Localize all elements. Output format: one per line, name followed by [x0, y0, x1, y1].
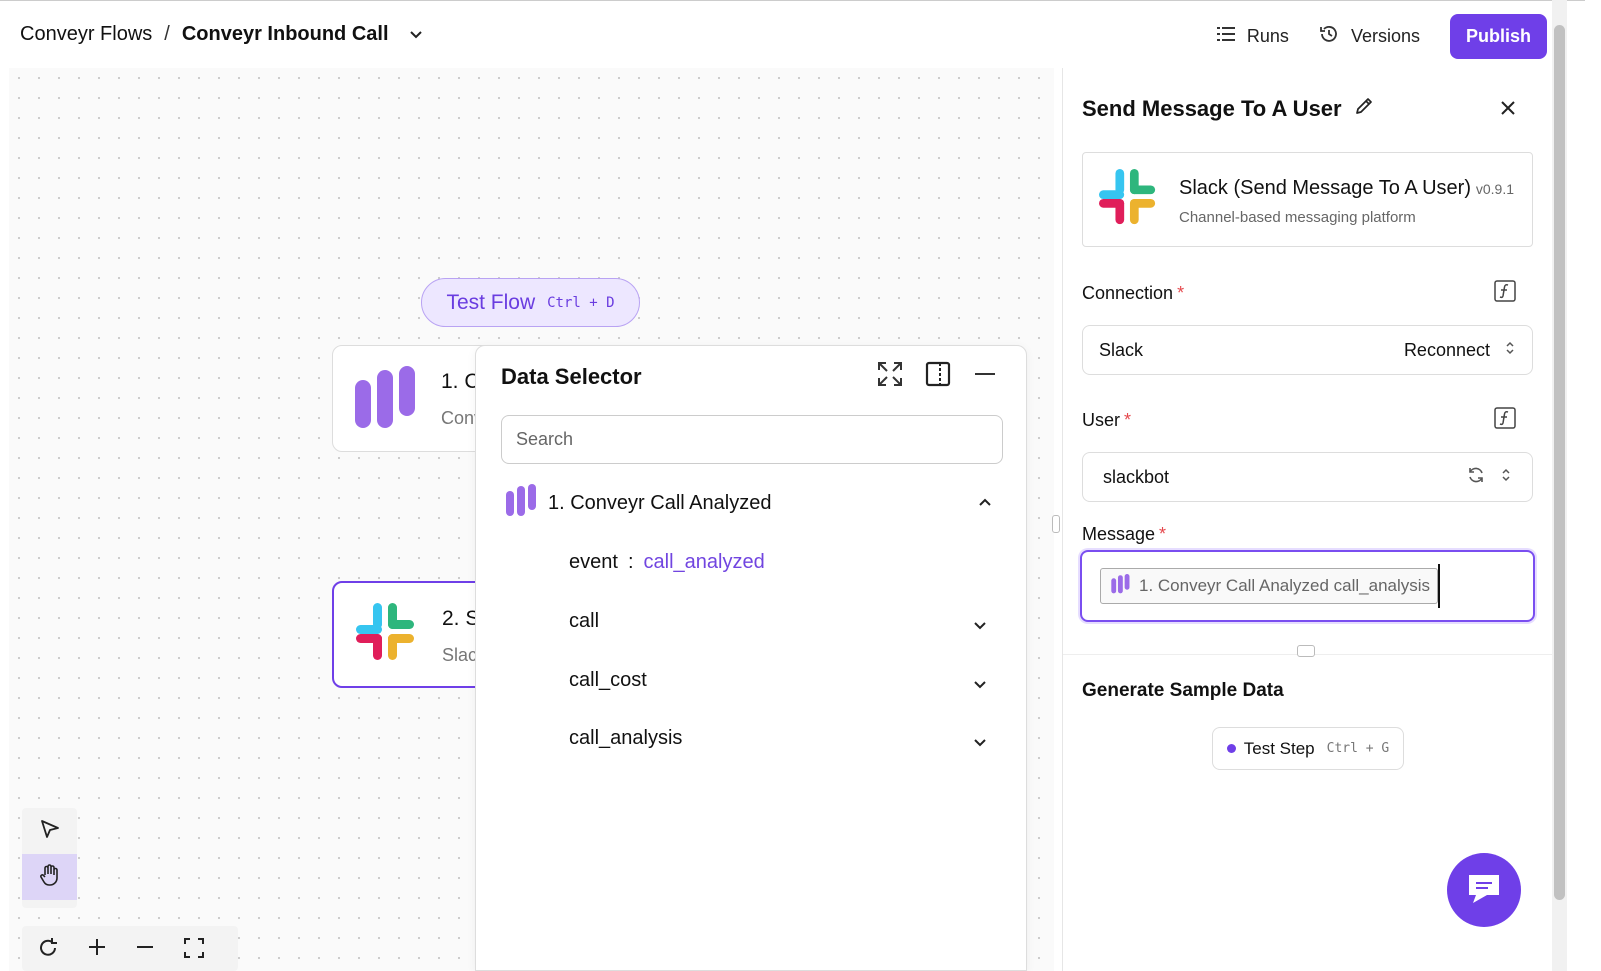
required-mark: *	[1177, 283, 1185, 303]
item-key: call_analysis	[569, 726, 683, 749]
canvas-tools	[22, 808, 77, 908]
test-flow-button[interactable]: Test Flow Ctrl + D	[421, 278, 640, 327]
conveyr-logo-icon	[1111, 573, 1131, 599]
data-selector-title: Data Selector	[501, 364, 642, 389]
data-selector-group[interactable]: 1. Conveyr Call Analyzed	[506, 484, 998, 522]
reset-icon[interactable]	[36, 936, 60, 961]
node-title: 1. C	[441, 370, 480, 393]
chevron-down-icon[interactable]	[973, 673, 987, 696]
message-input[interactable]: 1. Conveyr Call Analyzed call_analysis	[1080, 550, 1535, 622]
test-step-shortcut: Ctrl + G	[1326, 741, 1390, 756]
breadcrumb-root[interactable]: Conveyr Flows	[20, 23, 152, 46]
list-icon	[1216, 26, 1235, 47]
history-icon	[1319, 24, 1339, 49]
chevron-down-icon[interactable]	[973, 614, 987, 637]
group-name: 1. Conveyr Call Analyzed	[548, 491, 772, 514]
zoom-out-icon[interactable]	[134, 936, 156, 961]
connection-value: Slack	[1099, 339, 1144, 360]
refresh-icon[interactable]	[1466, 465, 1486, 490]
item-key: call	[569, 609, 600, 632]
pencil-icon[interactable]	[1354, 96, 1374, 122]
conveyr-logo-icon	[355, 366, 417, 435]
user-select[interactable]: slackbot	[1082, 452, 1533, 502]
required-mark: *	[1124, 410, 1132, 430]
zoom-controls	[22, 926, 238, 971]
panel-resize-handle[interactable]	[1052, 515, 1060, 533]
chevron-down-icon[interactable]	[409, 23, 423, 46]
user-value: slackbot	[1103, 466, 1170, 487]
fit-view-icon[interactable]	[182, 936, 206, 961]
versions-label: Versions	[1350, 26, 1420, 46]
slack-logo-icon	[1099, 169, 1159, 234]
piece-version: v0.9.1	[1475, 181, 1514, 197]
item-colon: :	[627, 550, 634, 573]
dock-panel-icon[interactable]	[924, 360, 952, 393]
test-step-button[interactable]: Test Step Ctrl + G	[1212, 727, 1404, 770]
reconnect-button[interactable]: Reconnect	[1404, 340, 1490, 361]
piece-card: Slack (Send Message To A User) v0.9.1 Ch…	[1082, 152, 1533, 247]
cursor-icon	[39, 818, 61, 845]
versions-button[interactable]: Versions	[1319, 24, 1420, 49]
chevron-updown-icon	[1500, 467, 1512, 488]
zoom-in-icon[interactable]	[86, 936, 108, 961]
node-title: 2. S	[442, 607, 480, 630]
pan-tool[interactable]	[22, 854, 77, 900]
chevron-down-icon[interactable]	[973, 731, 987, 754]
expand-icon[interactable]	[876, 360, 904, 393]
step-name: Send Message To A User	[1082, 96, 1342, 121]
connection-label: Connection *	[1082, 283, 1184, 304]
panel-resize-handle[interactable]	[1297, 645, 1315, 657]
message-label: Message *	[1082, 524, 1166, 545]
test-flow-label: Test Flow	[446, 290, 536, 314]
item-value: call_analyzed	[643, 550, 765, 573]
data-selector-panel: Data Selector 1. Conveyr Call Analyzed e…	[475, 345, 1027, 971]
function-toggle-icon[interactable]	[1494, 407, 1516, 434]
generate-sample-data-title: Generate Sample Data	[1082, 680, 1284, 701]
message-label-text: Message	[1082, 524, 1156, 544]
status-dot	[1226, 744, 1236, 753]
chat-icon	[1465, 871, 1503, 910]
piece-name: Slack (Send Message To A User)	[1179, 177, 1471, 199]
chevron-up-icon[interactable]	[978, 494, 992, 512]
chat-support-button[interactable]	[1447, 853, 1521, 927]
text-cursor	[1438, 564, 1440, 608]
scrollbar-thumb[interactable]	[1554, 25, 1565, 900]
pointer-tool[interactable]	[22, 808, 77, 854]
chip-label: 1. Conveyr Call Analyzed call_analysis	[1139, 576, 1431, 595]
top-bar: Conveyr Flows / Conveyr Inbound Call Run…	[0, 0, 1585, 70]
node-subtitle: Slac	[442, 645, 478, 665]
connection-select[interactable]: Slack Reconnect	[1082, 325, 1533, 375]
runs-button[interactable]: Runs	[1216, 26, 1289, 47]
function-toggle-icon[interactable]	[1494, 280, 1516, 307]
list-item[interactable]: call	[569, 601, 999, 641]
list-item[interactable]: call_analysis	[569, 718, 999, 758]
data-reference-chip[interactable]: 1. Conveyr Call Analyzed call_analysis	[1100, 568, 1438, 604]
breadcrumb-separator: /	[164, 23, 170, 45]
breadcrumb: Conveyr Flows / Conveyr Inbound Call	[20, 23, 423, 46]
connection-label-text: Connection	[1082, 283, 1174, 303]
chevron-updown-icon	[1504, 340, 1516, 361]
hand-icon	[38, 863, 62, 892]
user-label: User *	[1082, 410, 1131, 431]
test-step-label: Test Step	[1243, 738, 1315, 758]
piece-description: Channel-based messaging platform	[1179, 209, 1416, 226]
test-flow-shortcut: Ctrl + D	[547, 294, 615, 311]
user-label-text: User	[1082, 410, 1121, 430]
step-settings-panel: Send Message To A User Slack (Send Messa…	[1062, 68, 1553, 971]
data-selector-search-input[interactable]	[501, 415, 1003, 464]
publish-button[interactable]: Publish	[1449, 14, 1547, 59]
runs-label: Runs	[1246, 26, 1289, 46]
list-item[interactable]: event : call_analyzed	[569, 542, 999, 582]
item-key: call_cost	[569, 668, 647, 691]
list-item[interactable]: call_cost	[569, 660, 999, 700]
breadcrumb-current[interactable]: Conveyr Inbound Call	[182, 23, 389, 46]
slack-logo-icon	[356, 603, 418, 670]
minimize-icon[interactable]	[972, 361, 998, 392]
close-icon[interactable]	[1500, 100, 1516, 121]
panel-title: Send Message To A User	[1082, 96, 1374, 122]
required-mark: *	[1159, 524, 1167, 544]
item-key: event	[569, 550, 618, 573]
conveyr-logo-icon	[506, 484, 538, 522]
